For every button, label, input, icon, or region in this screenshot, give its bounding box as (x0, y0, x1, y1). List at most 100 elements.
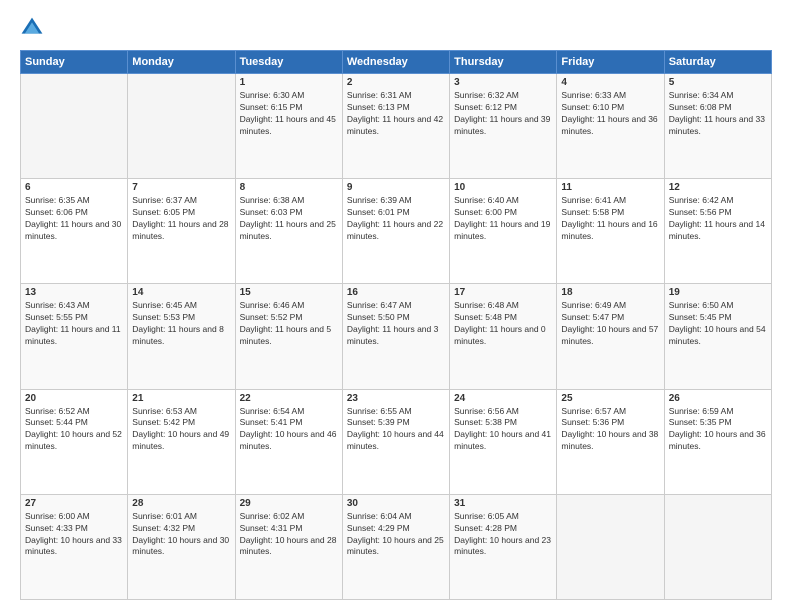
day-cell: 6 Sunrise: 6:35 AMSunset: 6:06 PMDayligh… (21, 179, 128, 284)
day-info: Sunrise: 6:39 AMSunset: 6:01 PMDaylight:… (347, 195, 445, 243)
day-info: Sunrise: 6:48 AMSunset: 5:48 PMDaylight:… (454, 300, 552, 348)
day-cell: 31 Sunrise: 6:05 AMSunset: 4:28 PMDaylig… (450, 494, 557, 599)
weekday-header-sunday: Sunday (21, 51, 128, 74)
day-info: Sunrise: 6:55 AMSunset: 5:39 PMDaylight:… (347, 406, 445, 454)
day-cell: 30 Sunrise: 6:04 AMSunset: 4:29 PMDaylig… (342, 494, 449, 599)
day-info: Sunrise: 6:53 AMSunset: 5:42 PMDaylight:… (132, 406, 230, 454)
page: SundayMondayTuesdayWednesdayThursdayFrid… (0, 0, 792, 612)
day-info: Sunrise: 6:52 AMSunset: 5:44 PMDaylight:… (25, 406, 123, 454)
day-cell: 14 Sunrise: 6:45 AMSunset: 5:53 PMDaylig… (128, 284, 235, 389)
day-cell: 19 Sunrise: 6:50 AMSunset: 5:45 PMDaylig… (664, 284, 771, 389)
weekday-header-wednesday: Wednesday (342, 51, 449, 74)
day-number: 3 (454, 77, 552, 88)
day-number: 1 (240, 77, 338, 88)
day-number: 19 (669, 287, 767, 298)
day-info: Sunrise: 6:05 AMSunset: 4:28 PMDaylight:… (454, 511, 552, 559)
day-info: Sunrise: 6:42 AMSunset: 5:56 PMDaylight:… (669, 195, 767, 243)
day-number: 30 (347, 498, 445, 509)
day-number: 22 (240, 393, 338, 404)
day-info: Sunrise: 6:32 AMSunset: 6:12 PMDaylight:… (454, 90, 552, 138)
day-cell: 15 Sunrise: 6:46 AMSunset: 5:52 PMDaylig… (235, 284, 342, 389)
day-cell: 10 Sunrise: 6:40 AMSunset: 6:00 PMDaylig… (450, 179, 557, 284)
week-row-5: 27 Sunrise: 6:00 AMSunset: 4:33 PMDaylig… (21, 494, 772, 599)
weekday-header-saturday: Saturday (664, 51, 771, 74)
day-cell: 13 Sunrise: 6:43 AMSunset: 5:55 PMDaylig… (21, 284, 128, 389)
day-info: Sunrise: 6:56 AMSunset: 5:38 PMDaylight:… (454, 406, 552, 454)
day-number: 14 (132, 287, 230, 298)
day-number: 6 (25, 182, 123, 193)
day-number: 25 (561, 393, 659, 404)
day-info: Sunrise: 6:54 AMSunset: 5:41 PMDaylight:… (240, 406, 338, 454)
day-info: Sunrise: 6:00 AMSunset: 4:33 PMDaylight:… (25, 511, 123, 559)
day-number: 9 (347, 182, 445, 193)
day-info: Sunrise: 6:49 AMSunset: 5:47 PMDaylight:… (561, 300, 659, 348)
day-number: 2 (347, 77, 445, 88)
day-cell: 25 Sunrise: 6:57 AMSunset: 5:36 PMDaylig… (557, 389, 664, 494)
day-cell: 8 Sunrise: 6:38 AMSunset: 6:03 PMDayligh… (235, 179, 342, 284)
day-number: 5 (669, 77, 767, 88)
day-number: 8 (240, 182, 338, 193)
day-number: 20 (25, 393, 123, 404)
day-cell: 23 Sunrise: 6:55 AMSunset: 5:39 PMDaylig… (342, 389, 449, 494)
day-number: 11 (561, 182, 659, 193)
week-row-2: 6 Sunrise: 6:35 AMSunset: 6:06 PMDayligh… (21, 179, 772, 284)
week-row-3: 13 Sunrise: 6:43 AMSunset: 5:55 PMDaylig… (21, 284, 772, 389)
day-info: Sunrise: 6:35 AMSunset: 6:06 PMDaylight:… (25, 195, 123, 243)
day-cell: 17 Sunrise: 6:48 AMSunset: 5:48 PMDaylig… (450, 284, 557, 389)
day-cell: 28 Sunrise: 6:01 AMSunset: 4:32 PMDaylig… (128, 494, 235, 599)
day-number: 17 (454, 287, 552, 298)
day-number: 23 (347, 393, 445, 404)
weekday-header-thursday: Thursday (450, 51, 557, 74)
day-cell (21, 74, 128, 179)
weekday-header-tuesday: Tuesday (235, 51, 342, 74)
logo-icon (20, 16, 44, 40)
day-number: 4 (561, 77, 659, 88)
day-cell: 26 Sunrise: 6:59 AMSunset: 5:35 PMDaylig… (664, 389, 771, 494)
day-cell (664, 494, 771, 599)
day-cell: 18 Sunrise: 6:49 AMSunset: 5:47 PMDaylig… (557, 284, 664, 389)
weekday-header-monday: Monday (128, 51, 235, 74)
week-row-4: 20 Sunrise: 6:52 AMSunset: 5:44 PMDaylig… (21, 389, 772, 494)
day-info: Sunrise: 6:46 AMSunset: 5:52 PMDaylight:… (240, 300, 338, 348)
day-info: Sunrise: 6:57 AMSunset: 5:36 PMDaylight:… (561, 406, 659, 454)
day-number: 10 (454, 182, 552, 193)
day-cell: 9 Sunrise: 6:39 AMSunset: 6:01 PMDayligh… (342, 179, 449, 284)
day-cell: 11 Sunrise: 6:41 AMSunset: 5:58 PMDaylig… (557, 179, 664, 284)
day-number: 12 (669, 182, 767, 193)
day-info: Sunrise: 6:47 AMSunset: 5:50 PMDaylight:… (347, 300, 445, 348)
day-info: Sunrise: 6:50 AMSunset: 5:45 PMDaylight:… (669, 300, 767, 348)
day-number: 18 (561, 287, 659, 298)
header (20, 16, 772, 40)
day-cell: 24 Sunrise: 6:56 AMSunset: 5:38 PMDaylig… (450, 389, 557, 494)
day-number: 29 (240, 498, 338, 509)
weekday-header-row: SundayMondayTuesdayWednesdayThursdayFrid… (21, 51, 772, 74)
day-cell: 16 Sunrise: 6:47 AMSunset: 5:50 PMDaylig… (342, 284, 449, 389)
day-info: Sunrise: 6:33 AMSunset: 6:10 PMDaylight:… (561, 90, 659, 138)
day-number: 28 (132, 498, 230, 509)
day-cell: 4 Sunrise: 6:33 AMSunset: 6:10 PMDayligh… (557, 74, 664, 179)
day-info: Sunrise: 6:43 AMSunset: 5:55 PMDaylight:… (25, 300, 123, 348)
day-cell: 12 Sunrise: 6:42 AMSunset: 5:56 PMDaylig… (664, 179, 771, 284)
day-number: 21 (132, 393, 230, 404)
day-cell (557, 494, 664, 599)
day-number: 15 (240, 287, 338, 298)
weekday-header-friday: Friday (557, 51, 664, 74)
day-info: Sunrise: 6:40 AMSunset: 6:00 PMDaylight:… (454, 195, 552, 243)
day-info: Sunrise: 6:59 AMSunset: 5:35 PMDaylight:… (669, 406, 767, 454)
day-info: Sunrise: 6:30 AMSunset: 6:15 PMDaylight:… (240, 90, 338, 138)
day-info: Sunrise: 6:31 AMSunset: 6:13 PMDaylight:… (347, 90, 445, 138)
day-number: 26 (669, 393, 767, 404)
day-cell: 3 Sunrise: 6:32 AMSunset: 6:12 PMDayligh… (450, 74, 557, 179)
day-number: 7 (132, 182, 230, 193)
day-cell: 21 Sunrise: 6:53 AMSunset: 5:42 PMDaylig… (128, 389, 235, 494)
logo (20, 16, 48, 40)
day-cell: 7 Sunrise: 6:37 AMSunset: 6:05 PMDayligh… (128, 179, 235, 284)
day-cell: 22 Sunrise: 6:54 AMSunset: 5:41 PMDaylig… (235, 389, 342, 494)
day-info: Sunrise: 6:41 AMSunset: 5:58 PMDaylight:… (561, 195, 659, 243)
day-cell: 1 Sunrise: 6:30 AMSunset: 6:15 PMDayligh… (235, 74, 342, 179)
day-cell: 29 Sunrise: 6:02 AMSunset: 4:31 PMDaylig… (235, 494, 342, 599)
day-info: Sunrise: 6:02 AMSunset: 4:31 PMDaylight:… (240, 511, 338, 559)
day-number: 31 (454, 498, 552, 509)
day-info: Sunrise: 6:04 AMSunset: 4:29 PMDaylight:… (347, 511, 445, 559)
day-cell: 27 Sunrise: 6:00 AMSunset: 4:33 PMDaylig… (21, 494, 128, 599)
